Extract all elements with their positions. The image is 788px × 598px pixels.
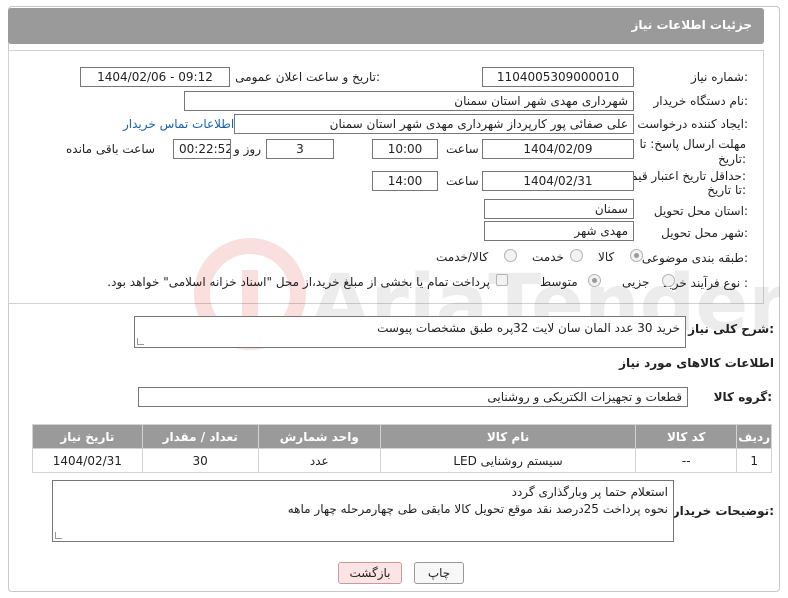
table-header-row: ردیف کد کالا نام کالا واحد شمارش تعداد /…: [32, 424, 772, 449]
col-quantity: تعداد / مقدار: [141, 424, 259, 449]
deadline-label-2: تاریخ:: [718, 152, 746, 166]
creator-label: ایجاد کننده درخواست:: [637, 117, 748, 131]
buyer-contact-link[interactable]: اطلاعات تماس خریدار: [123, 117, 234, 131]
validity-label-2: تا تاریخ:: [707, 183, 746, 197]
category-radio-both[interactable]: [504, 249, 517, 262]
buyer-org-label: نام دستگاه خریدار:: [653, 94, 749, 108]
process-radio-minor[interactable]: [662, 274, 675, 287]
category-option-service: خدمت: [532, 250, 564, 264]
page-header: جزئیات اطلاعات نیاز: [8, 8, 764, 44]
category-radio-goods[interactable]: [630, 249, 643, 262]
province-field: سمنان: [484, 199, 634, 219]
payment-note: پرداخت تمام یا بخشی از مبلغ خرید،از محل …: [107, 275, 490, 289]
need-number-field: 1104005309000010: [482, 67, 634, 87]
validity-date-field: 1404/02/31: [482, 171, 634, 191]
deadline-time-field: 10:00: [372, 139, 438, 159]
process-label: نوع فرآیند خرید :: [663, 276, 748, 290]
days-label: روز و: [234, 142, 261, 156]
col-unit: واحد شمارش: [257, 424, 381, 449]
announce-field: 1404/02/06 - 09:12: [80, 67, 230, 87]
province-label: استان محل تحویل:: [653, 204, 748, 218]
description-label: شرح کلی نیاز:: [688, 322, 774, 336]
cell-need-date: 1404/02/31: [32, 448, 143, 473]
process-option-medium: متوسط: [540, 275, 578, 289]
buyer-notes-line-1: استعلام حتما پر وبارگذاری گردد: [511, 485, 668, 499]
city-field: مهدی شهر: [484, 221, 634, 241]
category-option-goods: کالا: [598, 250, 615, 264]
remaining-time-field: 00:22:52: [173, 139, 231, 159]
goods-group-field: قطعات و تجهیزات الکتریکی و روشنایی: [138, 387, 688, 407]
category-radio-service[interactable]: [570, 249, 583, 262]
description-textarea[interactable]: خرید 30 عدد المان سان لایت 32پره طبق مشخ…: [134, 316, 686, 348]
validity-time-field: 14:00: [372, 171, 438, 191]
buyer-org-field: شهرداری مهدی شهر استان سمنان: [184, 91, 634, 111]
category-label: طبقه بندی موضوعی:: [641, 251, 748, 265]
page-title: جزئیات اطلاعات نیاز: [631, 18, 752, 32]
col-goods-name: نام کالا: [379, 424, 637, 449]
deadline-date-field: 1404/02/09: [482, 139, 634, 159]
table-row: 1 -- سیستم روشنایی LED عدد 30 1404/02/31: [32, 448, 772, 473]
creator-field: علی صفائی پور کارپرداز شهرداری مهدی شهر …: [234, 114, 634, 134]
cell-quantity: 30: [141, 448, 259, 473]
category-option-both: کالا/خدمت: [436, 250, 489, 264]
deadline-time-label: ساعت: [446, 142, 479, 156]
buyer-notes-label: توضیحات خریدار:: [672, 504, 774, 518]
remaining-label: ساعت باقی مانده: [66, 142, 156, 156]
process-radio-medium[interactable]: [588, 274, 601, 287]
process-option-minor: جزیی: [622, 275, 650, 289]
treasury-payment-checkbox[interactable]: [496, 274, 508, 286]
validity-time-label: ساعت: [446, 174, 479, 188]
goods-group-label: گروه کالا:: [713, 390, 772, 404]
announce-label: تاریخ و ساعت اعلان عمومی:: [235, 70, 380, 84]
col-need-date: تاریخ نیاز: [32, 424, 143, 449]
city-label: شهر محل تحویل:: [661, 226, 748, 240]
validity-label-1: حداقل تاریخ اعتبار قیمت:: [619, 169, 746, 183]
cell-row-number: 1: [736, 448, 772, 473]
back-button[interactable]: بازگشت: [338, 562, 402, 584]
buyer-notes-textarea[interactable]: استعلام حتما پر وبارگذاری گردد نحوه پردا…: [52, 480, 674, 542]
cell-goods-name: سیستم روشنایی LED: [379, 448, 637, 473]
need-number-label: شماره نیاز:: [690, 70, 748, 84]
days-field: 3: [266, 139, 334, 159]
resize-handle-icon[interactable]: [137, 338, 144, 345]
cell-goods-code: --: [635, 448, 738, 473]
buyer-notes-line-2: نحوه پرداخت 25درصد نقد موقع تحویل کالا م…: [287, 502, 668, 516]
goods-section-title: اطلاعات کالاهای مورد نیاز: [619, 356, 774, 370]
print-button[interactable]: چاپ: [414, 562, 464, 584]
description-text: خرید 30 عدد المان سان لایت 32پره طبق مشخ…: [377, 321, 680, 335]
deadline-label-1: مهلت ارسال پاسخ: تا: [639, 137, 746, 151]
goods-table: ردیف کد کالا نام کالا واحد شمارش تعداد /…: [32, 424, 772, 473]
col-row-number: ردیف: [736, 424, 772, 449]
cell-unit: عدد: [257, 448, 381, 473]
resize-handle-icon[interactable]: [55, 532, 62, 539]
col-goods-code: کد کالا: [635, 424, 738, 449]
